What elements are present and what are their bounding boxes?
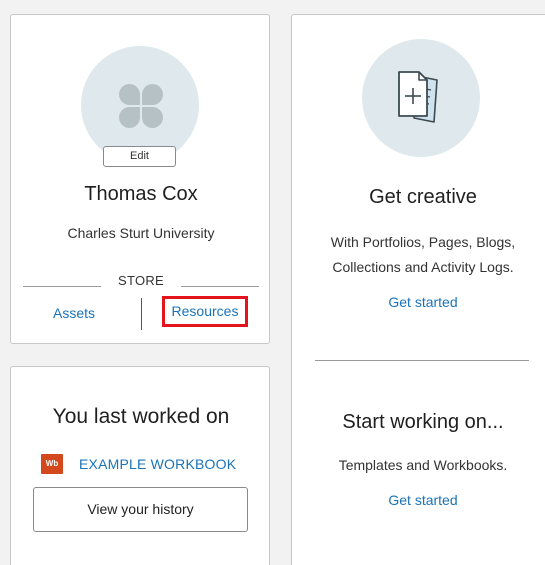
get-creative-started-link[interactable]: Get started [292, 294, 545, 310]
store-divider-right [181, 286, 259, 287]
new-document-icon [398, 71, 438, 123]
get-creative-title: Get creative [369, 186, 477, 208]
get-creative-description-line1: With Portfolios, Pages, Blogs, [330, 234, 516, 250]
avatar-placeholder-icon [119, 84, 140, 105]
store-links-divider [141, 298, 142, 330]
user-name: Thomas Cox [84, 183, 198, 205]
new-document-icon-circle [362, 39, 480, 157]
start-working-description: Templates and Workbooks. [338, 457, 508, 473]
start-working-started-link[interactable]: Get started [292, 492, 545, 508]
last-workbook-row: Wb EXAMPLE WORKBOOK [41, 454, 236, 474]
resources-link[interactable]: Resources [162, 296, 248, 327]
avatar-placeholder-icon [142, 107, 163, 128]
last-workbook-link[interactable]: EXAMPLE WORKBOOK [79, 456, 236, 472]
avatar-placeholder-icon [142, 84, 163, 105]
avatar-placeholder-icon [119, 107, 140, 128]
edit-avatar-button[interactable]: Edit [103, 146, 176, 167]
view-history-button[interactable]: View your history [33, 487, 248, 532]
start-working-title: Start working on... [342, 411, 504, 433]
user-organization: Charles Sturt University [67, 225, 215, 241]
section-divider [315, 360, 529, 361]
assets-link[interactable]: Assets [53, 305, 95, 321]
profile-card: Edit Thomas Cox Charles Sturt University… [10, 14, 270, 344]
get-creative-description-line2: Collections and Activity Logs. [332, 259, 514, 275]
history-card: You last worked on Wb EXAMPLE WORKBOOK V… [10, 366, 270, 565]
create-card: Get creative With Portfolios, Pages, Blo… [291, 14, 545, 565]
workbook-icon: Wb [41, 454, 63, 474]
last-worked-title: You last worked on [52, 405, 230, 428]
